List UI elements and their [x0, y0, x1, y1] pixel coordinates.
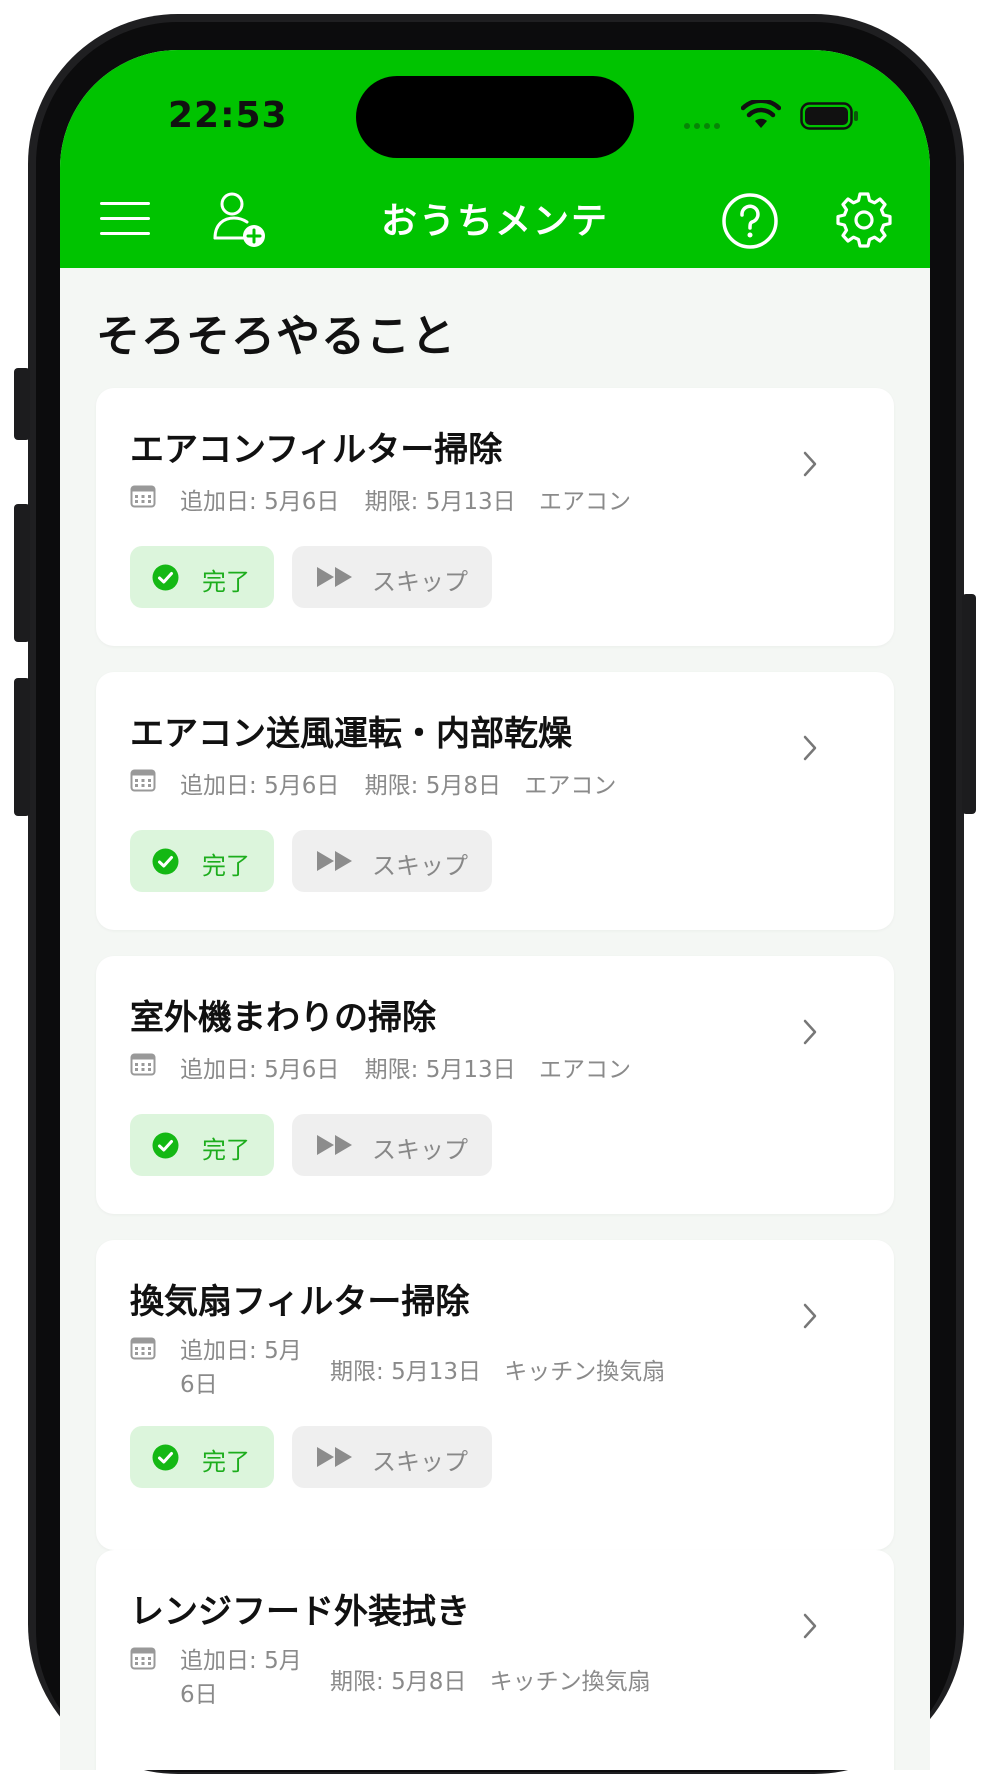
- fast-forward-icon: [317, 567, 352, 587]
- done-label: 完了: [202, 852, 250, 880]
- task-title: 換気扇フィルター掃除: [130, 1282, 470, 1322]
- task-title: 室外機まわりの掃除: [130, 998, 436, 1038]
- skip-label: スキップ: [372, 852, 468, 880]
- task-meta: 追加日: 5月6日 期限: 5月13日 エアコン: [180, 1050, 631, 1084]
- check-circle-icon: [152, 1444, 179, 1471]
- added-date-line1: 5月: [264, 1648, 302, 1674]
- due-label: 期限:: [330, 1669, 384, 1695]
- due-date: 5月13日: [425, 1057, 516, 1083]
- task-title: エアコンフィルター掃除: [130, 430, 503, 470]
- check-circle-icon: [152, 848, 179, 875]
- done-button[interactable]: 完了: [130, 830, 274, 892]
- section-title: そろそろやること: [96, 311, 456, 362]
- app-screen: 22:53 おうちメンテ そろそろやること エアコンフィルター掃除 追加日: 5…: [60, 50, 930, 1770]
- action-button: [14, 368, 30, 440]
- calendar-icon: [130, 1337, 156, 1360]
- added-date: 5月6日: [264, 489, 340, 515]
- added-date: 5月6日: [264, 773, 340, 799]
- task-title: レンジフード外装拭き: [130, 1592, 470, 1632]
- app-title: おうちメンテ: [380, 201, 609, 242]
- added-date-line2: 6日: [180, 1682, 218, 1708]
- task-category: キッチン換気扇: [489, 1669, 651, 1695]
- calendar-icon: [130, 769, 156, 792]
- task-meta: 追加日: 5月6日 期限: 5月13日 エアコン: [180, 482, 631, 516]
- added-date: 5月6日: [264, 1057, 340, 1083]
- skip-button[interactable]: スキップ: [292, 830, 492, 892]
- due-label: 期限:: [364, 773, 419, 799]
- skip-button[interactable]: スキップ: [292, 1426, 492, 1488]
- added-date-line1: 5月: [264, 1338, 302, 1364]
- due-date: 5月8日: [425, 773, 501, 799]
- added-label: 追加日:: [180, 489, 257, 515]
- done-label: 完了: [202, 568, 250, 596]
- skip-button[interactable]: スキップ: [292, 1114, 492, 1176]
- due-label: 期限:: [330, 1359, 384, 1385]
- fast-forward-icon: [317, 1447, 352, 1467]
- task-due-category: 期限: 5月13日 キッチン換気扇: [330, 1352, 665, 1386]
- check-circle-icon: [152, 564, 179, 591]
- due-date: 5月8日: [391, 1669, 467, 1695]
- task-card[interactable]: エアコン送風運転・内部乾燥 追加日: 5月6日 期限: 5月8日 エアコン 完了…: [96, 672, 894, 930]
- skip-button[interactable]: スキップ: [292, 546, 492, 608]
- task-card[interactable]: 換気扇フィルター掃除 追加日: 5月 6日 期限: 5月13日 キッチン換気扇 …: [96, 1240, 894, 1550]
- task-added: 追加日: 5月 6日: [180, 1334, 302, 1402]
- added-label: 追加日:: [180, 1057, 257, 1083]
- added-label: 追加日:: [180, 1648, 257, 1674]
- chevron-right-icon: [803, 451, 817, 477]
- dynamic-island: [356, 76, 634, 158]
- check-circle-icon: [152, 1132, 179, 1159]
- chevron-right-icon: [803, 735, 817, 761]
- added-label: 追加日:: [180, 773, 257, 799]
- done-button[interactable]: 完了: [130, 546, 274, 608]
- help-icon[interactable]: [721, 192, 779, 250]
- battery-icon: [800, 102, 858, 130]
- due-label: 期限:: [364, 489, 419, 515]
- task-category: キッチン換気扇: [504, 1359, 666, 1385]
- chevron-right-icon: [803, 1613, 817, 1639]
- done-button[interactable]: 完了: [130, 1426, 274, 1488]
- done-button[interactable]: 完了: [130, 1114, 274, 1176]
- calendar-icon: [130, 1053, 156, 1076]
- app-header: 22:53 おうちメンテ: [60, 50, 930, 268]
- calendar-icon: [130, 485, 156, 508]
- chevron-right-icon: [803, 1303, 817, 1329]
- task-category: エアコン: [538, 1057, 631, 1083]
- task-card[interactable]: 室外機まわりの掃除 追加日: 5月6日 期限: 5月13日 エアコン 完了 スキ…: [96, 956, 894, 1214]
- status-time: 22:53: [168, 95, 288, 136]
- added-label: 追加日:: [180, 1338, 257, 1364]
- skip-label: スキップ: [372, 1136, 468, 1164]
- volume-down-button: [14, 678, 30, 816]
- power-button: [962, 594, 976, 814]
- task-category: エアコン: [524, 773, 617, 799]
- volume-up-button: [14, 504, 30, 642]
- task-card[interactable]: レンジフード外装拭き 追加日: 5月 6日 期限: 5月8日 キッチン換気扇: [96, 1550, 894, 1770]
- due-label: 期限:: [364, 1057, 419, 1083]
- due-date: 5月13日: [425, 489, 516, 515]
- gear-icon[interactable]: [836, 192, 892, 248]
- done-label: 完了: [202, 1448, 250, 1476]
- skip-label: スキップ: [372, 1448, 468, 1476]
- task-due-category: 期限: 5月8日 キッチン換気扇: [330, 1662, 651, 1696]
- wifi-icon: [741, 100, 781, 128]
- task-card[interactable]: エアコンフィルター掃除 追加日: 5月6日 期限: 5月13日 エアコン 完了 …: [96, 388, 894, 646]
- chevron-right-icon: [803, 1019, 817, 1045]
- task-category: エアコン: [538, 489, 631, 515]
- done-label: 完了: [202, 1136, 250, 1164]
- skip-label: スキップ: [372, 568, 468, 596]
- task-title: エアコン送風運転・内部乾燥: [130, 714, 572, 754]
- fast-forward-icon: [317, 1135, 352, 1155]
- fast-forward-icon: [317, 851, 352, 871]
- added-date-line2: 6日: [180, 1372, 218, 1398]
- calendar-icon: [130, 1647, 156, 1670]
- due-date: 5月13日: [391, 1359, 481, 1385]
- task-meta: 追加日: 5月6日 期限: 5月8日 エアコン: [180, 766, 616, 800]
- task-added: 追加日: 5月 6日: [180, 1644, 302, 1712]
- signal-icon: [684, 123, 720, 129]
